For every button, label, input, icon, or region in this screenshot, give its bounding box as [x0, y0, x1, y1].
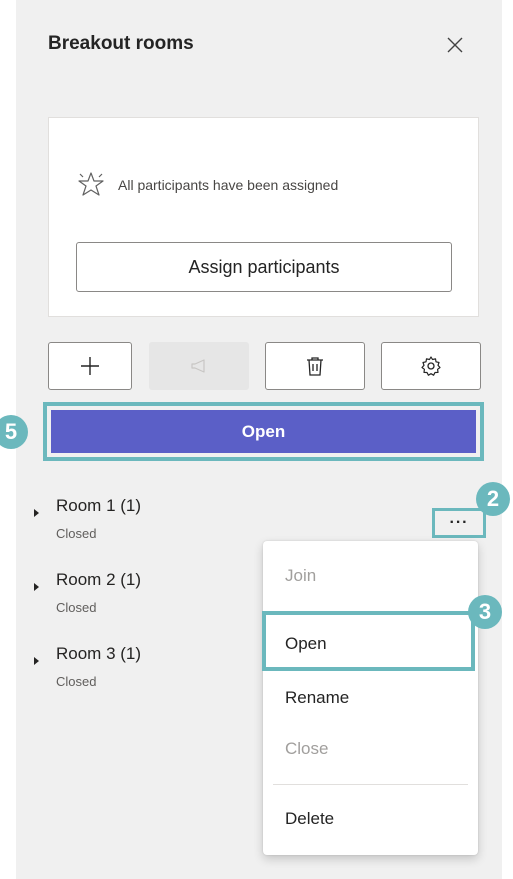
more-options-button[interactable]: ··· — [432, 508, 486, 538]
expand-caret-icon[interactable] — [34, 657, 39, 665]
menu-item-rename[interactable]: Rename — [263, 678, 478, 718]
menu-item-close: Close — [285, 739, 329, 758]
room-count: (1) — [120, 570, 142, 589]
room-status: Closed — [56, 674, 97, 689]
assignment-card: All participants have been assigned Assi… — [48, 117, 479, 317]
expand-caret-icon[interactable] — [34, 509, 39, 517]
close-icon — [447, 37, 463, 53]
open-all-highlight: Open — [43, 402, 484, 461]
room-count: (1) — [120, 644, 142, 663]
gear-icon — [421, 356, 441, 376]
open-all-rooms-button[interactable]: Open — [51, 410, 476, 453]
panel-title: Breakout rooms — [48, 33, 194, 54]
callout-badge-3: 3 — [468, 595, 502, 629]
assign-participants-button[interactable]: Assign participants — [76, 242, 452, 292]
trash-icon — [307, 357, 323, 376]
megaphone-icon — [191, 359, 205, 373]
add-room-button[interactable] — [48, 342, 132, 390]
sparkle-icon — [78, 172, 104, 196]
room-name: Room 2 — [56, 570, 116, 589]
close-button[interactable] — [440, 30, 470, 60]
assignment-status-text: All participants have been assigned — [118, 177, 339, 193]
callout-badge-2: 2 — [476, 482, 510, 516]
menu-item-delete[interactable]: Delete — [263, 799, 478, 839]
expand-caret-icon[interactable] — [34, 583, 39, 591]
settings-button[interactable] — [381, 342, 481, 390]
room-name: Room 1 — [56, 496, 116, 515]
room-status: Closed — [56, 526, 97, 541]
room-title: Room 3 (1) — [56, 644, 141, 664]
room-title: Room 1 (1) — [56, 496, 141, 516]
room-name: Room 3 — [56, 644, 116, 663]
room-title: Room 2 (1) — [56, 570, 141, 590]
room-count: (1) — [120, 496, 142, 515]
menu-divider — [273, 784, 468, 785]
delete-room-button[interactable] — [265, 342, 365, 390]
menu-item-join: Join — [285, 566, 317, 585]
room-status: Closed — [56, 600, 97, 615]
menu-item-open[interactable]: Open — [263, 624, 478, 664]
plus-icon — [81, 357, 99, 375]
announce-button — [149, 342, 249, 390]
room-context-menu: Join Open Rename Close Delete — [263, 541, 478, 855]
assignment-status: All participants have been assigned — [76, 170, 338, 200]
